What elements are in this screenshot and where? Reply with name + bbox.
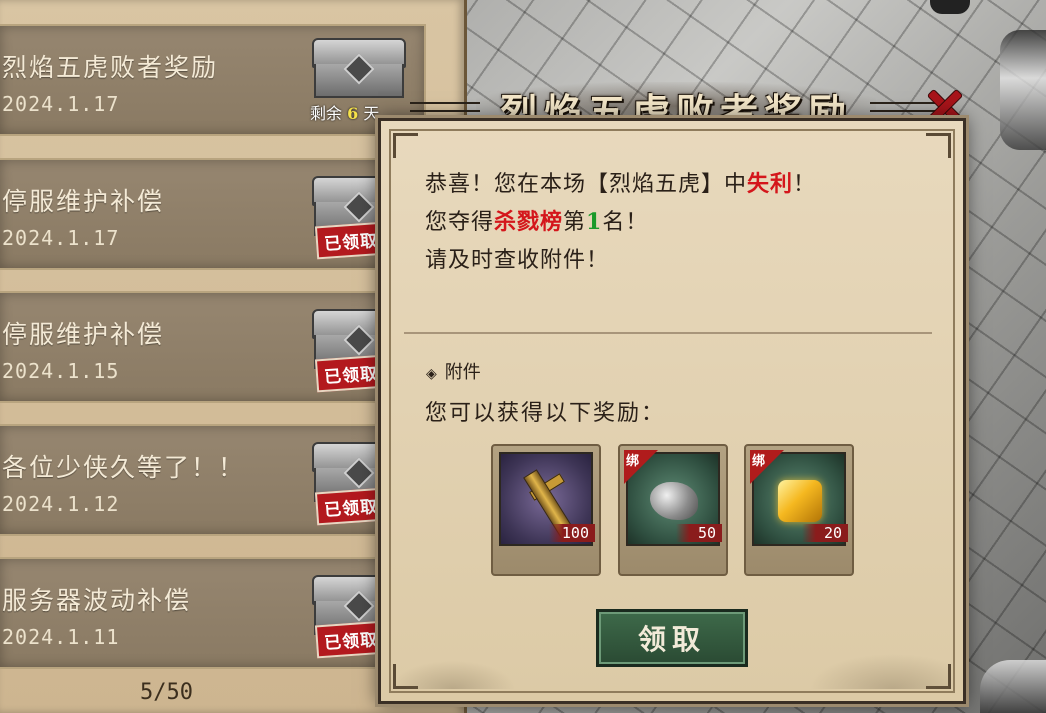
mail-title: 各位少侠久等了！！	[2, 453, 246, 482]
corner-ornament	[393, 133, 418, 158]
claimed-badge: 已领取	[314, 354, 388, 393]
message-line: 请及时查收附件！	[425, 248, 610, 273]
ore-icon	[650, 482, 698, 520]
message-line: 恭喜！您在本场【烈焰五虎】中失利！	[425, 171, 817, 197]
reward-item[interactable]: 100	[491, 444, 601, 576]
claimed-badge: 已领取	[314, 487, 388, 526]
mail-title: 停服维护补偿	[2, 320, 165, 349]
gold-ingot-icon	[778, 480, 822, 522]
divider	[404, 332, 932, 334]
mail-title: 烈焰五虎败者奖励	[2, 53, 219, 82]
character-figure	[930, 0, 970, 14]
attachment-subtitle: 您可以获得以下奖励：	[425, 401, 666, 426]
mail-date: 2024.1.12	[2, 492, 120, 516]
attachment-header: ◈ 附件	[426, 362, 481, 383]
mail-date: 2024.1.17	[2, 226, 120, 250]
page-indicator: 5/50	[140, 680, 193, 705]
chest-icon	[312, 38, 406, 98]
message-line: 您夺得杀戮榜第1名！	[425, 209, 649, 235]
mail-date: 2024.1.17	[2, 92, 120, 116]
mail-title: 服务器波动补偿	[2, 586, 192, 615]
reward-item[interactable]: 绑 50	[618, 444, 728, 576]
diamond-icon: ◈	[426, 366, 437, 382]
remaining-days: 剩余 6 天	[310, 104, 380, 123]
reward-item[interactable]: 绑 20	[744, 444, 854, 576]
mail-item[interactable]: 服务器波动补偿 2024.1.11 已领取	[0, 557, 426, 669]
claimed-badge: 已领取	[314, 221, 388, 260]
reward-quantity: 20	[802, 524, 848, 542]
claimed-badge: 已领取	[314, 620, 388, 659]
mail-item[interactable]: 停服维护补偿 2024.1.15 已领取	[0, 291, 426, 403]
character-figure	[1000, 30, 1046, 150]
reward-quantity: 100	[549, 524, 595, 542]
mail-item[interactable]: 停服维护补偿 2024.1.17 已领取	[0, 158, 426, 270]
mail-item[interactable]: 烈焰五虎败者奖励 2024.1.17 剩余 6 天	[0, 24, 426, 136]
mail-title: 停服维护补偿	[2, 187, 165, 216]
mail-date: 2024.1.15	[2, 359, 120, 383]
corner-ornament	[926, 133, 951, 158]
reward-quantity: 50	[676, 524, 722, 542]
mail-date: 2024.1.11	[2, 625, 120, 649]
claim-button[interactable]: 领取	[596, 609, 748, 667]
character-figure	[980, 660, 1046, 713]
bound-label: 绑	[752, 454, 766, 469]
title-ornament	[410, 102, 480, 112]
bound-label: 绑	[626, 454, 640, 469]
mail-item[interactable]: 各位少侠久等了！！ 2024.1.12 已领取	[0, 424, 426, 536]
